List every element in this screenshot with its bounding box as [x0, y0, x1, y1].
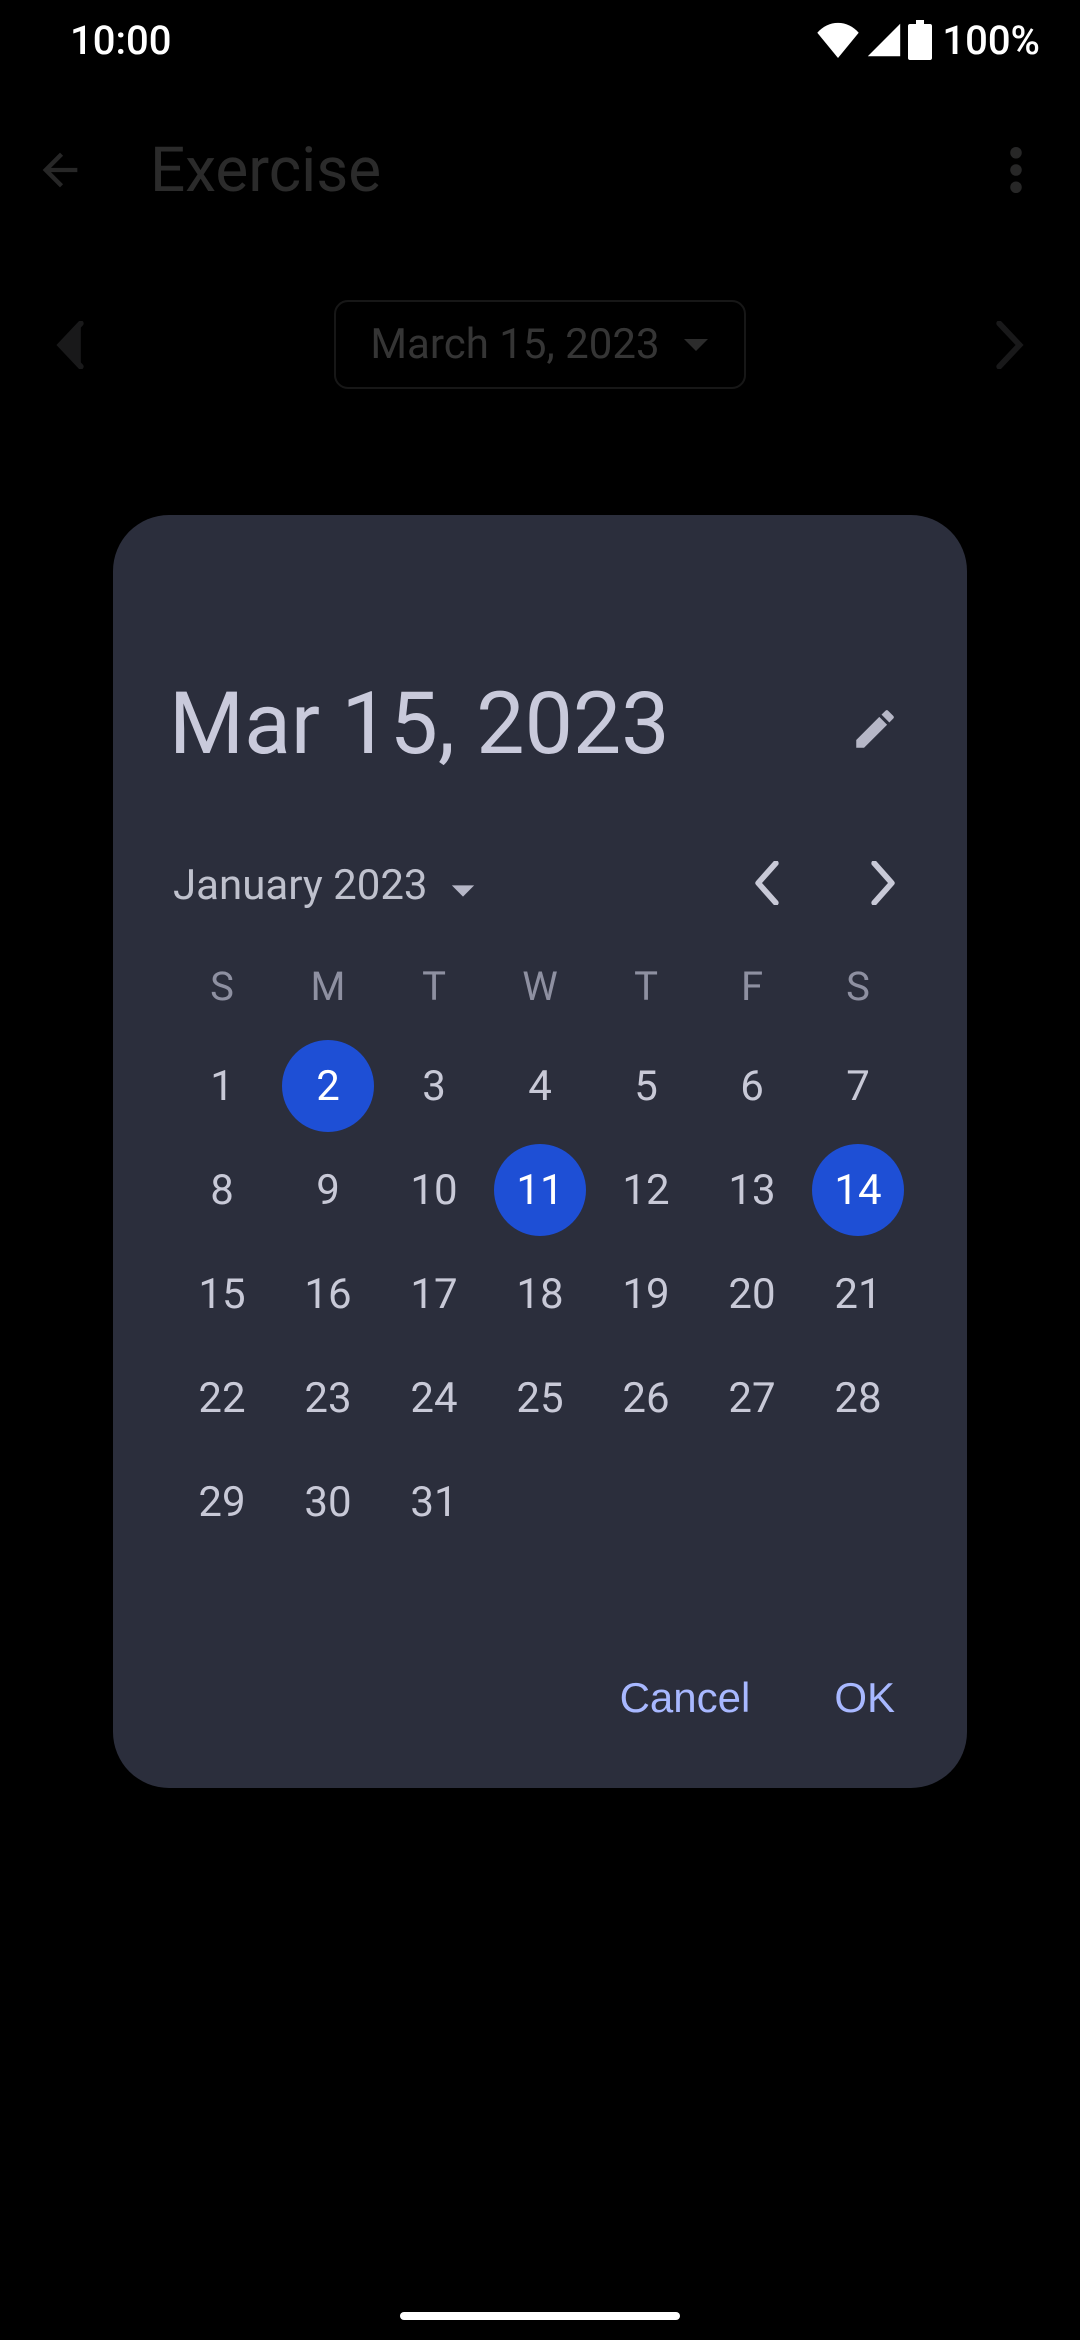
calendar-day-number: 3: [388, 1040, 480, 1132]
calendar-day-cell[interactable]: 12: [593, 1138, 699, 1242]
calendar-day-cell[interactable]: 20: [699, 1242, 805, 1346]
calendar-day-number: 27: [706, 1352, 798, 1444]
calendar-day-cell[interactable]: 17: [381, 1242, 487, 1346]
calendar-day-number: 20: [706, 1248, 798, 1340]
calendar-day-number: 13: [706, 1144, 798, 1236]
calendar-day-cell[interactable]: 7: [805, 1034, 911, 1138]
weekday-header: S: [805, 963, 911, 1010]
calendar-day-cell[interactable]: 6: [699, 1034, 805, 1138]
calendar-day-cell[interactable]: 8: [169, 1138, 275, 1242]
calendar-day-number: 25: [494, 1352, 586, 1444]
calendar-day-number: 11: [494, 1144, 586, 1236]
calendar-day-number: 6: [706, 1040, 798, 1132]
calendar-grid: 1234567891011121314151617181920212223242…: [169, 1034, 911, 1554]
calendar-day-cell[interactable]: 24: [381, 1346, 487, 1450]
cancel-button[interactable]: Cancel: [614, 1664, 757, 1732]
picker-selected-date: Mar 15, 2023: [169, 681, 670, 767]
cellular-icon: [866, 22, 902, 58]
calendar-day-number: 9: [282, 1144, 374, 1236]
weekday-header: T: [593, 963, 699, 1010]
dropdown-icon: [450, 861, 476, 910]
calendar-day-cell[interactable]: 18: [487, 1242, 593, 1346]
calendar-day-number: 26: [600, 1352, 692, 1444]
calendar-day-empty: [487, 1450, 593, 1554]
calendar-day-cell[interactable]: 28: [805, 1346, 911, 1450]
calendar-day-cell[interactable]: 31: [381, 1450, 487, 1554]
calendar-day-cell[interactable]: 2: [275, 1034, 381, 1138]
calendar-day-cell[interactable]: 10: [381, 1138, 487, 1242]
weekday-header-row: S M T W T F S: [169, 963, 911, 1010]
calendar-day-number: 7: [812, 1040, 904, 1132]
date-picker-dialog: Mar 15, 2023 January 2023 S M T: [113, 515, 967, 1788]
calendar-day-cell[interactable]: 25: [487, 1346, 593, 1450]
status-icons: 100%: [816, 17, 1040, 64]
weekday-header: W: [487, 963, 593, 1010]
calendar-day-cell[interactable]: 27: [699, 1346, 805, 1450]
gesture-bar: [400, 2312, 680, 2320]
dialog-actions: Cancel OK: [169, 1664, 911, 1732]
calendar-day-number: 1: [176, 1040, 268, 1132]
calendar-day-number: 24: [388, 1352, 480, 1444]
calendar-day-empty: [699, 1450, 805, 1554]
calendar-day-number: 17: [388, 1248, 480, 1340]
wifi-icon: [816, 22, 860, 58]
calendar-day-number: 19: [600, 1248, 692, 1340]
next-month-button[interactable]: [855, 857, 911, 913]
month-year-label: January 2023: [173, 861, 428, 910]
calendar-day-number: 5: [600, 1040, 692, 1132]
calendar-day-number: 31: [388, 1456, 480, 1548]
weekday-header: S: [169, 963, 275, 1010]
calendar-day-cell[interactable]: 22: [169, 1346, 275, 1450]
calendar-day-number: 12: [600, 1144, 692, 1236]
calendar-day-number: 22: [176, 1352, 268, 1444]
calendar-day-cell[interactable]: 29: [169, 1450, 275, 1554]
calendar-day-number: 28: [812, 1352, 904, 1444]
edit-date-button[interactable]: [839, 695, 911, 767]
status-time: 10:00: [70, 17, 171, 64]
calendar-day-number: 8: [176, 1144, 268, 1236]
weekday-header: F: [699, 963, 805, 1010]
calendar-day-number: 4: [494, 1040, 586, 1132]
status-bar: 10:00 100%: [0, 0, 1080, 80]
calendar-day-number: 23: [282, 1352, 374, 1444]
calendar-day-cell[interactable]: 14: [805, 1138, 911, 1242]
calendar-day-number: 29: [176, 1456, 268, 1548]
calendar-day-cell[interactable]: 21: [805, 1242, 911, 1346]
calendar-day-cell[interactable]: 26: [593, 1346, 699, 1450]
calendar-day-number: 15: [176, 1248, 268, 1340]
calendar-day-cell[interactable]: 9: [275, 1138, 381, 1242]
calendar-day-cell[interactable]: 15: [169, 1242, 275, 1346]
calendar-day-empty: [805, 1450, 911, 1554]
battery-icon: [908, 20, 932, 60]
chevron-left-icon: [753, 861, 781, 909]
pencil-icon: [850, 704, 900, 758]
calendar-day-number: 10: [388, 1144, 480, 1236]
calendar-day-cell[interactable]: 1: [169, 1034, 275, 1138]
calendar-day-cell[interactable]: 23: [275, 1346, 381, 1450]
calendar-day-cell[interactable]: 13: [699, 1138, 805, 1242]
calendar-day-cell[interactable]: 19: [593, 1242, 699, 1346]
weekday-header: T: [381, 963, 487, 1010]
calendar-day-cell[interactable]: 5: [593, 1034, 699, 1138]
calendar-day-cell[interactable]: 30: [275, 1450, 381, 1554]
calendar-day-number: 14: [812, 1144, 904, 1236]
battery-percent: 100%: [942, 17, 1040, 64]
calendar-day-number: 18: [494, 1248, 586, 1340]
prev-month-button[interactable]: [739, 857, 795, 913]
calendar-day-number: 16: [282, 1248, 374, 1340]
calendar-day-number: 2: [282, 1040, 374, 1132]
calendar-day-cell[interactable]: 16: [275, 1242, 381, 1346]
calendar-day-number: 21: [812, 1248, 904, 1340]
weekday-header: M: [275, 963, 381, 1010]
ok-button[interactable]: OK: [828, 1664, 901, 1732]
calendar-day-number: 30: [282, 1456, 374, 1548]
chevron-right-icon: [869, 861, 897, 909]
month-year-selector[interactable]: January 2023: [169, 861, 476, 910]
calendar-day-empty: [593, 1450, 699, 1554]
calendar-day-cell[interactable]: 4: [487, 1034, 593, 1138]
calendar-day-cell[interactable]: 3: [381, 1034, 487, 1138]
calendar-day-cell[interactable]: 11: [487, 1138, 593, 1242]
